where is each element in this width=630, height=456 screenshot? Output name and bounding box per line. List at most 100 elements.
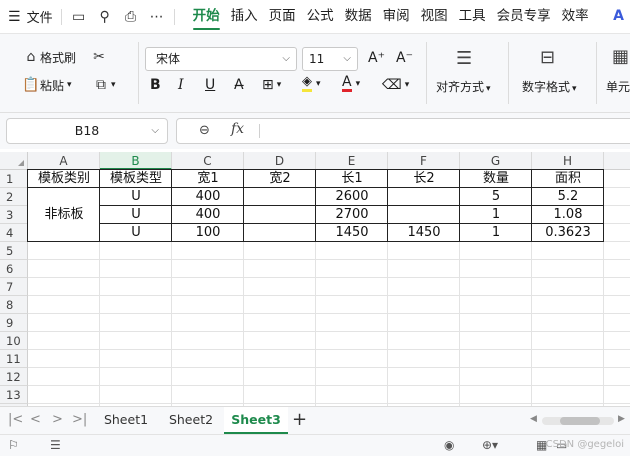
- row-header[interactable]: 5: [0, 242, 28, 260]
- table-cell[interactable]: 模板类型: [100, 170, 172, 188]
- clear-button[interactable]: ⌫ ▾: [382, 77, 409, 93]
- underline-button[interactable]: U: [205, 77, 215, 93]
- eye-icon[interactable]: ◉: [444, 438, 454, 452]
- row-header[interactable]: 13: [0, 386, 28, 404]
- table-cell[interactable]: 非标板: [28, 188, 100, 242]
- table-cell[interactable]: U: [100, 206, 172, 224]
- table-cell[interactable]: 1: [460, 224, 532, 242]
- align-icon[interactable]: ☰: [456, 48, 472, 69]
- table-cell[interactable]: 模板类别: [28, 170, 100, 188]
- list-icon[interactable]: ☰: [50, 438, 61, 452]
- paste-button[interactable]: 📋 粘贴 ▾: [22, 76, 71, 94]
- select-all-corner[interactable]: [0, 152, 28, 170]
- table-cell[interactable]: 400: [172, 188, 244, 206]
- ribbon-tab[interactable]: 公式: [307, 0, 334, 33]
- table-cell[interactable]: 400: [172, 206, 244, 224]
- more-icon[interactable]: ⋯: [148, 9, 166, 25]
- cell-button[interactable]: 单元: [606, 78, 630, 95]
- column-header[interactable]: F: [388, 152, 460, 170]
- table-cell[interactable]: 1.08: [532, 206, 604, 224]
- cut-button[interactable]: ✂: [90, 48, 108, 66]
- number-format-button[interactable]: 数字格式 ▾: [522, 78, 577, 95]
- row-header[interactable]: 8: [0, 296, 28, 314]
- ribbon-tab[interactable]: 页面: [269, 0, 296, 33]
- ribbon-tab[interactable]: 开始: [192, 0, 220, 33]
- file-menu[interactable]: ☰ 文件: [0, 0, 53, 33]
- name-box[interactable]: B18 ⌵: [6, 118, 168, 144]
- table-cell[interactable]: 0.3623: [532, 224, 604, 242]
- column-header[interactable]: B: [100, 152, 172, 170]
- row-header[interactable]: 4: [0, 224, 28, 242]
- fx-icon[interactable]: fx: [231, 121, 244, 137]
- row-header[interactable]: 11: [0, 350, 28, 368]
- ribbon-tab[interactable]: 插入: [231, 0, 258, 33]
- zoom-icon[interactable]: ⊖: [199, 123, 210, 138]
- table-cell[interactable]: 1: [460, 206, 532, 224]
- ai-assistant-icon[interactable]: A: [613, 8, 624, 24]
- font-name-select[interactable]: 宋体 ⌵: [145, 47, 297, 71]
- table-cell[interactable]: 面积: [532, 170, 604, 188]
- column-header[interactable]: A: [28, 152, 100, 170]
- fill-color-button[interactable]: ◈ ▾: [302, 75, 321, 92]
- add-sheet-icon[interactable]: +: [292, 409, 307, 430]
- print-icon[interactable]: ⎙: [122, 9, 140, 25]
- spreadsheet-grid[interactable]: ABCDEFGH1234567891011121314模板类别模板类型宽1宽2长…: [0, 152, 630, 406]
- sheet-tab[interactable]: Sheet3: [224, 407, 288, 434]
- table-cell[interactable]: [388, 188, 460, 206]
- table-cell[interactable]: 100: [172, 224, 244, 242]
- ribbon-tab[interactable]: 会员专享: [497, 0, 551, 33]
- row-header[interactable]: 9: [0, 314, 28, 332]
- table-cell[interactable]: 2600: [316, 188, 388, 206]
- formula-input[interactable]: ⊖ fx: [176, 118, 630, 144]
- sheet-tab[interactable]: Sheet1: [96, 407, 156, 434]
- ribbon-tab[interactable]: 工具: [459, 0, 486, 33]
- row-header[interactable]: 2: [0, 188, 28, 206]
- table-cell[interactable]: 1450: [388, 224, 460, 242]
- table-cell[interactable]: 1450: [316, 224, 388, 242]
- table-cell[interactable]: 长1: [316, 170, 388, 188]
- ribbon-tab[interactable]: 数据: [345, 0, 372, 33]
- ribbon-tab[interactable]: 效率: [562, 0, 589, 33]
- table-cell[interactable]: [244, 224, 316, 242]
- increase-font-button[interactable]: A⁺: [368, 50, 385, 66]
- column-header[interactable]: C: [172, 152, 244, 170]
- table-cell[interactable]: 宽1: [172, 170, 244, 188]
- row-header[interactable]: 1: [0, 170, 28, 188]
- column-header[interactable]: [604, 152, 630, 170]
- strikethrough-button[interactable]: A̶: [234, 77, 244, 93]
- share-icon[interactable]: ⚲: [96, 9, 114, 25]
- scroll-left-icon[interactable]: ◀: [530, 414, 537, 424]
- table-cell[interactable]: [244, 188, 316, 206]
- ribbon-tab[interactable]: 审阅: [383, 0, 410, 33]
- table-cell[interactable]: 5: [460, 188, 532, 206]
- format-painter-button[interactable]: ⌂ 格式刷: [22, 48, 76, 66]
- scroll-right-icon[interactable]: ▶: [618, 414, 625, 424]
- row-header[interactable]: 3: [0, 206, 28, 224]
- row-header[interactable]: 7: [0, 278, 28, 296]
- align-button[interactable]: 对齐方式 ▾: [436, 78, 491, 95]
- column-header[interactable]: E: [316, 152, 388, 170]
- table-cell[interactable]: 2700: [316, 206, 388, 224]
- table-cell[interactable]: U: [100, 188, 172, 206]
- table-cell[interactable]: U: [100, 224, 172, 242]
- column-header[interactable]: H: [532, 152, 604, 170]
- table-cell[interactable]: [244, 206, 316, 224]
- font-size-select[interactable]: 11 ⌵: [302, 47, 358, 71]
- table-cell[interactable]: 宽2: [244, 170, 316, 188]
- table-cell[interactable]: 数量: [460, 170, 532, 188]
- row-header[interactable]: 12: [0, 368, 28, 386]
- table-cell[interactable]: [388, 206, 460, 224]
- scrollbar-thumb[interactable]: [560, 417, 600, 425]
- layout-icon[interactable]: ⊕▾: [482, 438, 498, 452]
- border-button[interactable]: ⊞ ▾: [262, 77, 281, 93]
- row-header[interactable]: 6: [0, 260, 28, 278]
- table-cell[interactable]: 5.2: [532, 188, 604, 206]
- row-header[interactable]: 10: [0, 332, 28, 350]
- column-header[interactable]: G: [460, 152, 532, 170]
- bold-button[interactable]: B: [150, 77, 161, 93]
- ribbon-tab[interactable]: 视图: [421, 0, 448, 33]
- next-sheet-icon[interactable]: >: [52, 412, 63, 427]
- sheet-tab[interactable]: Sheet2: [160, 407, 222, 434]
- last-sheet-icon[interactable]: >|: [72, 412, 87, 427]
- copy-button[interactable]: ⧉ ▾: [92, 76, 116, 94]
